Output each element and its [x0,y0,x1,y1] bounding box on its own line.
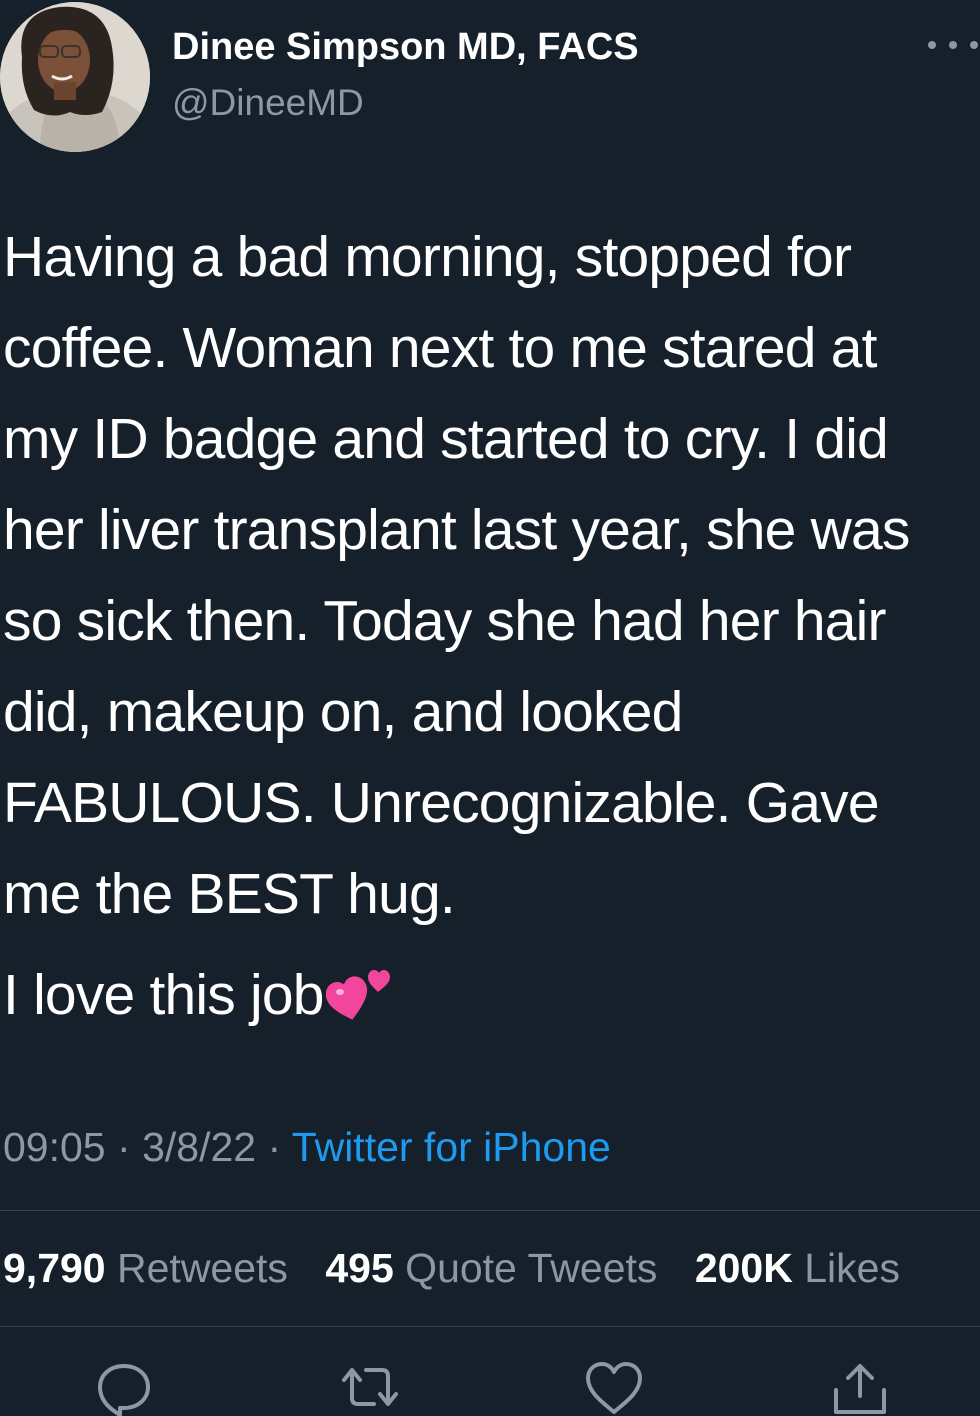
tweet-source-link[interactable]: Twitter for iPhone [292,1124,611,1170]
tweet-text-line: her liver transplant last year, she was [3,498,910,562]
tweet-stats: 9,790 Retweets 495 Quote Tweets 200K Lik… [3,1245,926,1292]
quote-tweets-count: 495 [325,1245,394,1291]
tweet-text-line: did, makeup on, and looked [3,680,683,744]
tweet-closing-line: I love this job [3,950,980,1049]
share-icon[interactable] [830,1360,890,1416]
likes-label: Likes [804,1245,900,1291]
tweet-text-line: Having a bad morning, stopped for [3,225,852,289]
avatar[interactable] [0,2,150,152]
likes-stat[interactable]: 200K Likes [695,1245,900,1291]
author-display-name[interactable]: Dinee Simpson MD, FACS [172,26,639,69]
reply-icon[interactable] [94,1360,154,1416]
like-icon[interactable] [584,1360,644,1416]
retweets-stat[interactable]: 9,790 Retweets [3,1245,288,1291]
divider [0,1326,980,1327]
more-options-icon[interactable] [928,30,978,60]
two-hearts-icon [325,958,394,1049]
avatar-photo [0,2,150,152]
tweet-text-line: my ID badge and started to cry. I did [3,407,889,471]
tweet-date: 3/8/22 [142,1124,257,1170]
tweet-text-line: FABULOUS. Unrecognizable. Gave [3,771,880,835]
tweet-time: 09:05 [3,1124,106,1170]
tweet-text-line: so sick then. Today she had her hair [3,589,887,653]
meta-separator: · [267,1124,282,1170]
retweets-count: 9,790 [3,1245,106,1291]
retweet-icon[interactable] [338,1360,398,1416]
tweet-meta: 09:05 · 3/8/22 · Twitter for iPhone [3,1124,611,1171]
divider [0,1210,980,1211]
tweet-text-line: me the BEST hug. [3,862,456,926]
likes-count: 200K [694,1245,793,1291]
tweet-header: Dinee Simpson MD, FACS @DineeMD [0,0,980,160]
tweet-text: Having a bad morning, stopped for coffee… [3,212,980,1049]
meta-separator: · [117,1124,131,1170]
retweets-label: Retweets [117,1245,288,1291]
author-handle[interactable]: @DineeMD [172,82,364,124]
quote-tweets-label: Quote Tweets [405,1245,658,1291]
quote-tweets-stat[interactable]: 495 Quote Tweets [325,1245,657,1291]
tweet-closing-text: I love this job [3,963,324,1027]
tweet-text-line: coffee. Woman next to me stared at [3,316,877,380]
